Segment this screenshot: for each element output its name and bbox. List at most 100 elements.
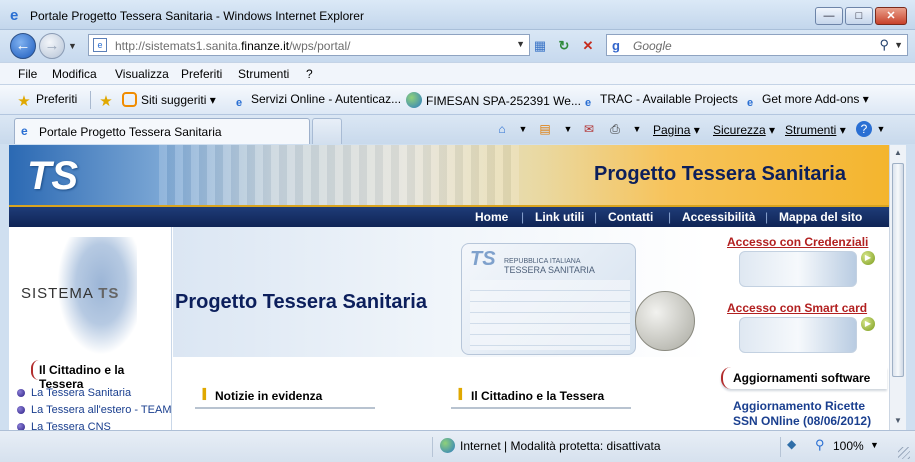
menu-preferiti[interactable]: Preferiti [181,67,222,81]
nav-divider: | [521,210,525,224]
tab-active[interactable]: e Portale Progetto Tessera Sanitaria [14,118,310,144]
credentials-image[interactable] [739,251,857,287]
update-link-line1[interactable]: Aggiornamento Ricette [733,399,865,413]
access-credentials-link[interactable]: Accesso con Credenziali [727,235,868,249]
scroll-down-icon[interactable]: ▼ [890,413,906,429]
print-icon[interactable]: ⎙ [606,121,624,137]
page-icon: e [93,38,107,52]
favbar-divider [90,91,91,109]
address-field[interactable]: e http://sistemats1.sanita.finanze.it/wp… [88,34,530,56]
history-dropdown-icon[interactable]: ▼ [68,41,77,51]
security-zone[interactable]: Internet | Modalità protetta: disattivat… [460,439,661,453]
menu-visualizza[interactable]: Visualizza [115,67,169,81]
left-link-tessera-cns[interactable]: La Tessera CNS [17,421,111,430]
zoom-icon[interactable]: ⚲ [815,437,825,453]
internet-zone-icon [440,438,455,453]
hero-title: Progetto Tessera Sanitaria [175,291,427,313]
favorites-button[interactable]: ★ Preferiti [16,92,77,110]
tab-label: Portale Progetto Tessera Sanitaria [39,125,222,139]
address-dropdown-icon[interactable]: ▼ [516,39,525,49]
fav-siti-suggeriti[interactable]: Siti suggeriti ▾ [122,92,216,107]
status-divider [780,437,781,457]
fav-get-addons[interactable]: e Get more Add-ons ▾ [742,92,869,111]
address-row: ← → ▼ e http://sistemats1.sanita.finanze… [0,30,915,62]
compatibility-view-icon[interactable]: ▦ [530,36,550,56]
fav-trac[interactable]: e TRAC - Available Projects [580,92,738,111]
left-link-tessera-sanitaria[interactable]: La Tessera Sanitaria [17,387,131,399]
nav-mappa[interactable]: Mappa del sito [779,210,862,224]
maximize-button[interactable]: □ [845,7,873,25]
address-url: http://sistemats1.sanita.finanze.it/wps/… [115,39,351,53]
search-placeholder: Google [633,39,672,53]
left-link-tessera-estero[interactable]: La Tessera all'estero - TEAM [17,404,171,416]
search-dropdown-icon[interactable]: ▼ [894,40,903,50]
smartcard-image[interactable] [739,317,857,353]
home-icon[interactable]: ⌂ [493,121,511,137]
site-banner: TS Progetto Tessera Sanitaria [9,145,889,205]
sistema-ts-logo[interactable]: SISTEMA TS [17,235,167,355]
page-menu[interactable]: Pagina ▾ [653,123,700,137]
pharmacy-photo [159,145,519,205]
ie-page-icon: e [21,124,28,138]
security-menu[interactable]: Sicurezza ▾ [713,123,775,137]
tools-menu[interactable]: Strumenti ▾ [785,123,846,137]
status-divider [432,437,433,457]
nav-accessibilita[interactable]: Accessibilità [682,210,755,224]
protected-mode-icon[interactable]: ◆ [787,437,796,451]
nav-divider: | [594,210,598,224]
tab-cittadino[interactable]: Il Cittadino e la Tessera [451,389,631,409]
card-fields [470,280,630,350]
menu-help[interactable]: ? [306,67,313,81]
fav-servizi-online[interactable]: e Servizi Online - Autenticaz... [231,92,401,111]
new-tab-button[interactable] [312,118,342,144]
tab-notizie[interactable]: Notizie in evidenza [195,389,375,409]
scroll-up-icon[interactable]: ▲ [890,145,906,161]
mail-icon[interactable]: ✉ [580,121,598,137]
window-title: Portale Progetto Tessera Sanitaria - Win… [30,9,364,23]
forward-button[interactable]: → [39,33,65,59]
zoom-dropdown-icon[interactable]: ▼ [870,440,879,450]
smartcard-go-icon[interactable]: ▶ [861,317,875,331]
refresh-icon[interactable]: ↻ [554,36,574,56]
site-title: Progetto Tessera Sanitaria [594,163,846,185]
search-icon[interactable]: ⚲ [879,37,889,53]
nav-home[interactable]: Home [475,210,508,224]
star-icon: ★ [17,93,31,110]
resize-grip[interactable] [898,447,910,459]
menu-strumenti[interactable]: Strumenti [238,67,289,81]
help-dropdown-icon[interactable]: ▼ [872,121,890,137]
fav-fimesan[interactable]: FIMESAN SPA-252391 We... [406,92,581,108]
nav-link-utili[interactable]: Link utili [535,210,584,224]
vertical-scrollbar[interactable]: ▲ ▼ [889,145,906,430]
scroll-thumb[interactable] [892,163,904,377]
site-nav: Home | Link utili | Contatti | Accessibi… [9,205,889,227]
nav-divider: | [668,210,672,224]
stop-icon[interactable]: ✕ [578,36,598,56]
search-input[interactable]: g Google ⚲ ▼ [606,34,908,56]
zoom-level[interactable]: 100% [833,439,864,453]
close-button[interactable]: ✕ [875,7,907,25]
feeds-icon[interactable]: ▤ [536,121,554,137]
nav-contatti[interactable]: Contatti [608,210,653,224]
euro-coin-image [635,291,695,351]
menu-file[interactable]: File [18,67,37,81]
print-dropdown-icon[interactable]: ▼ [628,121,646,137]
home-dropdown-icon[interactable]: ▼ [514,121,532,137]
help-icon[interactable]: ? [856,121,872,137]
back-arrow-icon: ← [15,37,31,54]
back-button[interactable]: ← [10,33,36,59]
ts-logo[interactable]: TS [27,153,85,199]
access-smartcard-link[interactable]: Accesso con Smart card [727,301,867,315]
minimize-button[interactable]: — [815,7,843,25]
add-favorites-button[interactable]: ★ [98,92,118,110]
window-title-bar: e Portale Progetto Tessera Sanitaria - W… [0,0,915,30]
hero-banner: Progetto Tessera Sanitaria TS REPUBBLICA… [173,227,708,357]
update-link-line2[interactable]: SSN ONline (08/06/2012) [733,414,871,428]
credentials-go-icon[interactable]: ▶ [861,251,875,265]
google-icon: g [612,38,620,53]
feeds-dropdown-icon[interactable]: ▼ [559,121,577,137]
card-ts-logo: TS [470,248,496,270]
suggested-sites-icon [122,92,137,107]
menu-modifica[interactable]: Modifica [52,67,97,81]
web-content: TS Progetto Tessera Sanitaria Home | Lin… [9,145,889,430]
